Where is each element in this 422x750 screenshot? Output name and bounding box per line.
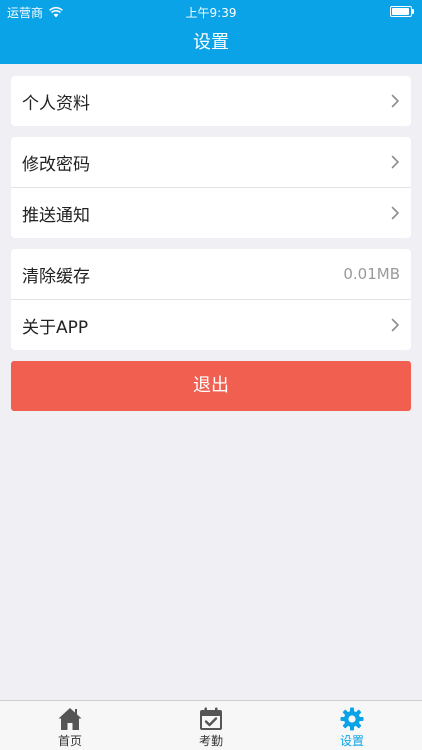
settings-group-account: 修改密码 推送通知 xyxy=(11,137,411,238)
logout-button[interactable]: 退出 xyxy=(11,361,411,411)
settings-row-clear-cache[interactable]: 清除缓存 0.01MB xyxy=(11,249,411,299)
settings-row-push-notifications[interactable]: 推送通知 xyxy=(11,187,411,238)
tab-label: 考勤 xyxy=(198,734,223,748)
settings-row-label: 关于APP xyxy=(22,317,89,338)
page-title: 设置 xyxy=(193,32,229,53)
settings-row-label: 清除缓存 xyxy=(22,266,90,287)
tab-home[interactable]: 首页 xyxy=(0,701,140,750)
tab-bar: 首页 考勤 设置 xyxy=(0,700,422,750)
chevron-right-icon xyxy=(391,94,399,108)
app-header: 运营商 上午9:39 设置 xyxy=(0,0,422,64)
chevron-right-icon xyxy=(391,318,399,332)
settings-group-profile: 个人资料 xyxy=(11,76,411,126)
tab-label: 设置 xyxy=(339,734,364,748)
battery-icon xyxy=(390,6,414,17)
status-time: 上午9:39 xyxy=(185,6,237,20)
tab-attendance[interactable]: 考勤 xyxy=(141,701,281,750)
tab-label: 首页 xyxy=(57,734,82,748)
tab-settings[interactable]: 设置 xyxy=(282,701,422,750)
settings-row-label: 推送通知 xyxy=(22,205,90,226)
cache-size-value: 0.01MB xyxy=(343,265,400,283)
home-icon xyxy=(58,708,82,730)
settings-group-app: 清除缓存 0.01MB 关于APP xyxy=(11,249,411,350)
settings-row-about-app[interactable]: 关于APP xyxy=(11,299,411,350)
settings-row-label: 修改密码 xyxy=(22,154,90,175)
status-bar: 运营商 上午9:39 xyxy=(0,0,422,22)
gear-icon xyxy=(340,707,364,731)
settings-row-label: 个人资料 xyxy=(22,93,90,114)
settings-row-profile[interactable]: 个人资料 xyxy=(11,76,411,126)
chevron-right-icon xyxy=(391,206,399,220)
calendar-check-icon xyxy=(200,707,222,730)
settings-row-change-password[interactable]: 修改密码 xyxy=(11,137,411,187)
chevron-right-icon xyxy=(391,155,399,169)
